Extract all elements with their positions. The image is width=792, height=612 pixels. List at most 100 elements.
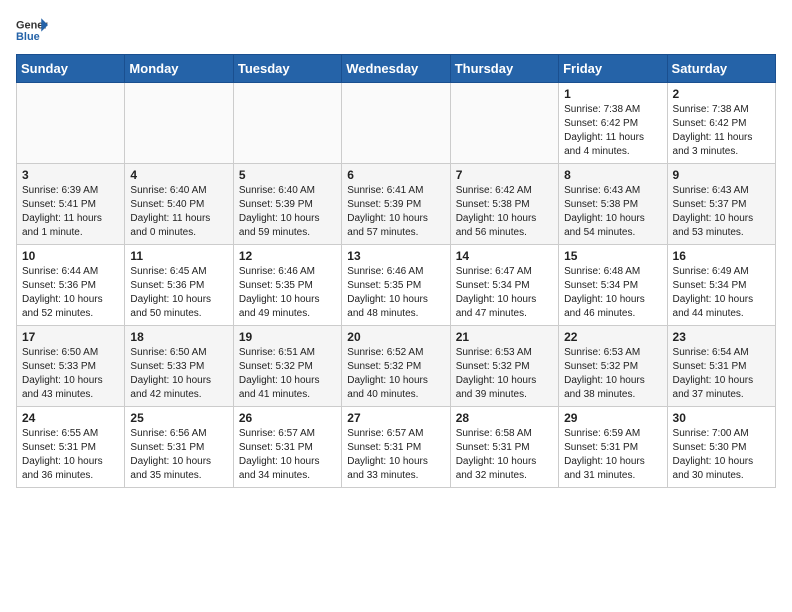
day-cell: 6 Sunrise: 6:41 AM Sunset: 5:39 PM Daylig…	[342, 164, 450, 245]
day-number: 13	[347, 249, 444, 263]
weekday-header-monday: Monday	[125, 55, 233, 83]
day-cell: 19 Sunrise: 6:51 AM Sunset: 5:32 PM Dayli…	[233, 326, 341, 407]
day-info: Sunrise: 6:43 AM Sunset: 5:37 PM Dayligh…	[673, 184, 770, 240]
day-number: 6	[347, 168, 444, 182]
day-cell: 22 Sunrise: 6:53 AM Sunset: 5:32 PM Dayli…	[559, 326, 667, 407]
day-number: 19	[239, 330, 336, 344]
day-info: Sunrise: 6:42 AM Sunset: 5:38 PM Dayligh…	[456, 184, 553, 240]
day-number: 30	[673, 411, 770, 425]
day-number: 26	[239, 411, 336, 425]
logo: General Blue	[16, 16, 48, 44]
day-info: Sunrise: 6:44 AM Sunset: 5:36 PM Dayligh…	[22, 265, 119, 321]
day-cell	[450, 83, 558, 164]
day-cell: 8 Sunrise: 6:43 AM Sunset: 5:38 PM Daylig…	[559, 164, 667, 245]
day-cell	[233, 83, 341, 164]
day-cell: 9 Sunrise: 6:43 AM Sunset: 5:37 PM Daylig…	[667, 164, 775, 245]
weekday-header-thursday: Thursday	[450, 55, 558, 83]
day-cell: 30Sunrise: 7:00 AM Sunset: 5:30 PM Dayli…	[667, 407, 775, 488]
day-number: 11	[130, 249, 227, 263]
svg-text:Blue: Blue	[16, 31, 40, 43]
day-cell: 4 Sunrise: 6:40 AM Sunset: 5:40 PM Daylig…	[125, 164, 233, 245]
page: General Blue SundayMondayTuesdayWednesda…	[0, 0, 792, 504]
day-info: Sunrise: 6:54 AM Sunset: 5:31 PM Dayligh…	[673, 346, 770, 402]
day-info: Sunrise: 6:51 AM Sunset: 5:32 PM Dayligh…	[239, 346, 336, 402]
day-number: 24	[22, 411, 119, 425]
day-info: Sunrise: 6:40 AM Sunset: 5:39 PM Dayligh…	[239, 184, 336, 240]
day-cell: 11 Sunrise: 6:45 AM Sunset: 5:36 PM Dayli…	[125, 245, 233, 326]
weekday-header-row: SundayMondayTuesdayWednesdayThursdayFrid…	[17, 55, 776, 83]
week-row-4: 24 Sunrise: 6:55 AM Sunset: 5:31 PM Dayli…	[17, 407, 776, 488]
day-number: 8	[564, 168, 661, 182]
day-cell: 28Sunrise: 6:58 AM Sunset: 5:31 PM Dayli…	[450, 407, 558, 488]
day-info: Sunrise: 6:45 AM Sunset: 5:36 PM Dayligh…	[130, 265, 227, 321]
day-cell: 14 Sunrise: 6:47 AM Sunset: 5:34 PM Dayli…	[450, 245, 558, 326]
day-number: 9	[673, 168, 770, 182]
day-info: Sunrise: 6:40 AM Sunset: 5:40 PM Dayligh…	[130, 184, 227, 240]
day-info: Sunrise: 7:38 AM Sunset: 6:42 PM Dayligh…	[673, 103, 770, 159]
day-cell: 16 Sunrise: 6:49 AM Sunset: 5:34 PM Dayli…	[667, 245, 775, 326]
day-number: 18	[130, 330, 227, 344]
day-info: Sunrise: 6:59 AM Sunset: 5:31 PM Dayligh…	[564, 427, 661, 483]
day-info: Sunrise: 6:41 AM Sunset: 5:39 PM Dayligh…	[347, 184, 444, 240]
day-cell: 18 Sunrise: 6:50 AM Sunset: 5:33 PM Dayli…	[125, 326, 233, 407]
day-cell: 12Sunrise: 6:46 AM Sunset: 5:35 PM Dayli…	[233, 245, 341, 326]
day-cell: 5 Sunrise: 6:40 AM Sunset: 5:39 PM Daylig…	[233, 164, 341, 245]
day-number: 10	[22, 249, 119, 263]
day-info: Sunrise: 6:43 AM Sunset: 5:38 PM Dayligh…	[564, 184, 661, 240]
day-number: 5	[239, 168, 336, 182]
day-number: 15	[564, 249, 661, 263]
day-number: 4	[130, 168, 227, 182]
day-cell: 27 Sunrise: 6:57 AM Sunset: 5:31 PM Dayli…	[342, 407, 450, 488]
day-number: 7	[456, 168, 553, 182]
day-info: Sunrise: 6:39 AM Sunset: 5:41 PM Dayligh…	[22, 184, 119, 240]
day-number: 21	[456, 330, 553, 344]
day-number: 12	[239, 249, 336, 263]
day-cell: 23 Sunrise: 6:54 AM Sunset: 5:31 PM Dayli…	[667, 326, 775, 407]
day-cell: 25 Sunrise: 6:56 AM Sunset: 5:31 PM Dayli…	[125, 407, 233, 488]
day-cell	[17, 83, 125, 164]
day-cell: 15 Sunrise: 6:48 AM Sunset: 5:34 PM Dayli…	[559, 245, 667, 326]
weekday-header-friday: Friday	[559, 55, 667, 83]
day-info: Sunrise: 6:49 AM Sunset: 5:34 PM Dayligh…	[673, 265, 770, 321]
day-number: 14	[456, 249, 553, 263]
weekday-header-saturday: Saturday	[667, 55, 775, 83]
day-number: 27	[347, 411, 444, 425]
day-number: 16	[673, 249, 770, 263]
day-info: Sunrise: 6:53 AM Sunset: 5:32 PM Dayligh…	[456, 346, 553, 402]
day-cell: 2 Sunrise: 7:38 AM Sunset: 6:42 PM Daylig…	[667, 83, 775, 164]
day-number: 3	[22, 168, 119, 182]
day-cell: 21 Sunrise: 6:53 AM Sunset: 5:32 PM Dayli…	[450, 326, 558, 407]
day-cell: 29Sunrise: 6:59 AM Sunset: 5:31 PM Dayli…	[559, 407, 667, 488]
day-info: Sunrise: 6:56 AM Sunset: 5:31 PM Dayligh…	[130, 427, 227, 483]
day-info: Sunrise: 6:55 AM Sunset: 5:31 PM Dayligh…	[22, 427, 119, 483]
day-info: Sunrise: 6:53 AM Sunset: 5:32 PM Dayligh…	[564, 346, 661, 402]
day-number: 20	[347, 330, 444, 344]
day-cell: 26 Sunrise: 6:57 AM Sunset: 5:31 PM Dayli…	[233, 407, 341, 488]
day-cell: 20 Sunrise: 6:52 AM Sunset: 5:32 PM Dayli…	[342, 326, 450, 407]
day-info: Sunrise: 6:46 AM Sunset: 5:35 PM Dayligh…	[347, 265, 444, 321]
calendar-table: SundayMondayTuesdayWednesdayThursdayFrid…	[16, 54, 776, 488]
day-number: 22	[564, 330, 661, 344]
day-number: 23	[673, 330, 770, 344]
day-info: Sunrise: 6:57 AM Sunset: 5:31 PM Dayligh…	[239, 427, 336, 483]
weekday-header-sunday: Sunday	[17, 55, 125, 83]
day-info: Sunrise: 6:52 AM Sunset: 5:32 PM Dayligh…	[347, 346, 444, 402]
week-row-2: 10 Sunrise: 6:44 AM Sunset: 5:36 PM Dayli…	[17, 245, 776, 326]
header: General Blue	[16, 16, 776, 44]
day-number: 2	[673, 87, 770, 101]
day-info: Sunrise: 6:48 AM Sunset: 5:34 PM Dayligh…	[564, 265, 661, 321]
day-cell: 24 Sunrise: 6:55 AM Sunset: 5:31 PM Dayli…	[17, 407, 125, 488]
day-cell	[125, 83, 233, 164]
day-cell: 3 Sunrise: 6:39 AM Sunset: 5:41 PM Daylig…	[17, 164, 125, 245]
day-info: Sunrise: 6:47 AM Sunset: 5:34 PM Dayligh…	[456, 265, 553, 321]
day-cell: 10 Sunrise: 6:44 AM Sunset: 5:36 PM Dayli…	[17, 245, 125, 326]
day-info: Sunrise: 6:50 AM Sunset: 5:33 PM Dayligh…	[130, 346, 227, 402]
day-info: Sunrise: 6:50 AM Sunset: 5:33 PM Dayligh…	[22, 346, 119, 402]
day-cell: 13 Sunrise: 6:46 AM Sunset: 5:35 PM Dayli…	[342, 245, 450, 326]
weekday-header-wednesday: Wednesday	[342, 55, 450, 83]
day-number: 25	[130, 411, 227, 425]
week-row-1: 3 Sunrise: 6:39 AM Sunset: 5:41 PM Daylig…	[17, 164, 776, 245]
week-row-0: 1Sunrise: 7:38 AM Sunset: 6:42 PM Daylig…	[17, 83, 776, 164]
day-cell: 7 Sunrise: 6:42 AM Sunset: 5:38 PM Daylig…	[450, 164, 558, 245]
day-info: Sunrise: 6:57 AM Sunset: 5:31 PM Dayligh…	[347, 427, 444, 483]
